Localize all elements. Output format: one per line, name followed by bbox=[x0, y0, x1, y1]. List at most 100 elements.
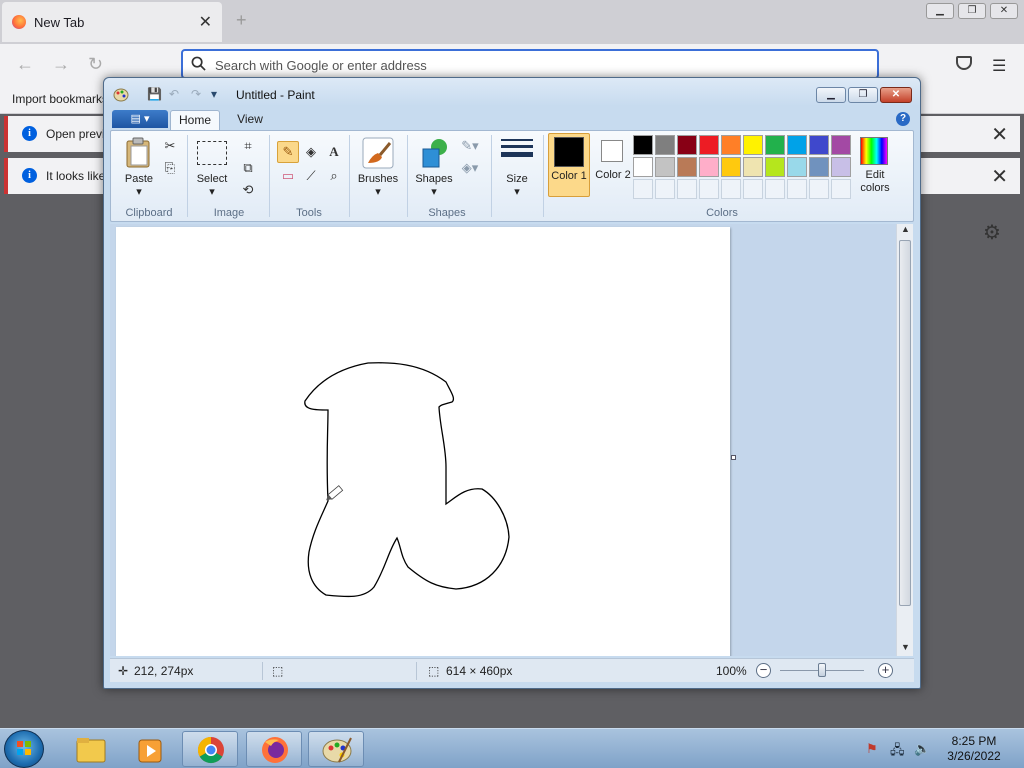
save-icon[interactable]: 💾 bbox=[147, 87, 162, 101]
cut-icon[interactable]: ✂ bbox=[159, 135, 181, 157]
custom-color-slot[interactable] bbox=[633, 179, 653, 199]
palette-swatch[interactable] bbox=[809, 157, 829, 177]
palette-swatch[interactable] bbox=[743, 157, 763, 177]
gear-icon[interactable]: ⚙ bbox=[983, 220, 1001, 245]
file-menu-button[interactable]: ▤ ▾ bbox=[112, 110, 168, 128]
custom-color-slot[interactable] bbox=[699, 179, 719, 199]
outline-icon[interactable]: ✎▾ bbox=[457, 135, 483, 157]
back-button[interactable]: ← bbox=[16, 54, 34, 75]
palette-swatch[interactable] bbox=[831, 157, 851, 177]
paste-button[interactable]: Paste ▾ bbox=[115, 133, 163, 205]
resize-icon[interactable]: ⧉ bbox=[237, 157, 259, 179]
action-center-flag-icon[interactable]: ⚑ bbox=[866, 741, 878, 757]
tab-home[interactable]: Home bbox=[170, 110, 220, 130]
custom-color-slot[interactable] bbox=[743, 179, 763, 199]
color1-button[interactable]: Color 1 bbox=[548, 133, 590, 197]
tab-view[interactable]: View bbox=[228, 110, 272, 130]
pocket-icon[interactable] bbox=[956, 56, 972, 70]
custom-color-slot[interactable] bbox=[809, 179, 829, 199]
firefox-minimize-button[interactable]: ▁ bbox=[926, 3, 954, 19]
paste-label: Paste bbox=[124, 173, 154, 185]
drawing-canvas[interactable] bbox=[116, 227, 730, 656]
brushes-button[interactable]: Brushes ▾ bbox=[353, 133, 403, 205]
palette-swatch[interactable] bbox=[699, 157, 719, 177]
select-button[interactable]: Select ▾ bbox=[191, 133, 233, 205]
pencil-icon[interactable]: ✎ bbox=[277, 141, 299, 163]
redo-icon[interactable]: ↷ bbox=[191, 87, 201, 101]
palette-swatch[interactable] bbox=[677, 157, 697, 177]
new-tab-button[interactable]: + bbox=[236, 10, 247, 31]
size-button[interactable]: Size ▾ bbox=[495, 133, 539, 205]
rotate-icon[interactable]: ⟲ bbox=[237, 179, 259, 201]
customize-qat-icon[interactable]: ▾ bbox=[211, 87, 217, 101]
palette-swatch[interactable] bbox=[721, 135, 741, 155]
taskbar-media-player[interactable] bbox=[122, 731, 178, 767]
palette-swatch[interactable] bbox=[655, 157, 675, 177]
custom-color-slot[interactable] bbox=[721, 179, 741, 199]
crop-icon[interactable]: ⌗ bbox=[237, 135, 259, 157]
minimize-button[interactable]: ▁ bbox=[816, 87, 846, 103]
custom-color-slot[interactable] bbox=[765, 179, 785, 199]
firefox-close-button[interactable]: ✕ bbox=[990, 3, 1018, 19]
tab-close-icon[interactable]: ✕ bbox=[199, 12, 212, 32]
zoom-slider-thumb[interactable] bbox=[818, 663, 826, 677]
color-picker-icon[interactable]: ⟋ bbox=[300, 165, 322, 187]
zoom-in-button[interactable]: + bbox=[878, 663, 893, 678]
firefox-restore-button[interactable]: ❐ bbox=[958, 3, 986, 19]
fill-icon[interactable]: ◈ bbox=[300, 141, 322, 163]
forward-button[interactable]: → bbox=[52, 54, 70, 75]
volume-icon[interactable]: 🔈 bbox=[914, 741, 930, 757]
eraser-icon[interactable]: ▭ bbox=[277, 165, 299, 187]
network-icon[interactable]: 🖧 bbox=[890, 741, 905, 763]
taskbar-paint[interactable] bbox=[308, 731, 364, 767]
custom-color-slot[interactable] bbox=[655, 179, 675, 199]
undo-icon[interactable]: ↶ bbox=[169, 87, 179, 101]
palette-swatch[interactable] bbox=[633, 157, 653, 177]
custom-color-slot[interactable] bbox=[677, 179, 697, 199]
edit-colors-button[interactable]: Edit colors bbox=[855, 133, 895, 205]
palette-swatch[interactable] bbox=[765, 157, 785, 177]
import-bookmarks-link[interactable]: Import bookmarks bbox=[12, 92, 108, 106]
palette-swatch[interactable] bbox=[699, 135, 719, 155]
magnifier-icon[interactable]: ⌕ bbox=[323, 165, 345, 187]
text-icon[interactable]: A bbox=[323, 141, 345, 163]
palette-swatch[interactable] bbox=[721, 157, 741, 177]
taskbar-firefox[interactable] bbox=[246, 731, 302, 767]
palette-swatch[interactable] bbox=[809, 135, 829, 155]
scroll-down-icon[interactable]: ▼ bbox=[901, 642, 910, 652]
url-bar[interactable]: Search with Google or enter address bbox=[181, 49, 879, 79]
taskbar-chrome[interactable] bbox=[182, 731, 238, 767]
zoom-out-button[interactable]: − bbox=[756, 663, 771, 678]
palette-swatch[interactable] bbox=[633, 135, 653, 155]
clock[interactable]: 8:25 PM 3/26/2022 bbox=[934, 734, 1014, 764]
paint-title-bar[interactable]: 💾 ↶ ↷ ▾ Untitled - Paint ▁ ❐ ✕ bbox=[104, 78, 920, 106]
paint-app-icon[interactable] bbox=[113, 87, 129, 103]
notification-close-icon[interactable]: ✕ bbox=[991, 164, 1008, 189]
start-button[interactable] bbox=[4, 730, 44, 768]
notification-close-icon[interactable]: ✕ bbox=[991, 122, 1008, 147]
taskbar-explorer[interactable] bbox=[62, 731, 118, 767]
hamburger-menu-icon[interactable]: ☰ bbox=[992, 56, 1006, 76]
palette-swatch[interactable] bbox=[787, 157, 807, 177]
help-icon[interactable]: ? bbox=[896, 112, 910, 126]
color2-button[interactable]: Color 2 bbox=[592, 133, 634, 197]
palette-swatch[interactable] bbox=[787, 135, 807, 155]
palette-swatch[interactable] bbox=[655, 135, 675, 155]
vertical-scrollbar[interactable]: ▲ ▼ bbox=[896, 224, 913, 656]
close-button[interactable]: ✕ bbox=[880, 87, 912, 103]
custom-color-slot[interactable] bbox=[787, 179, 807, 199]
custom-color-slot[interactable] bbox=[831, 179, 851, 199]
reload-button[interactable]: ↻ bbox=[88, 54, 103, 75]
palette-swatch[interactable] bbox=[677, 135, 697, 155]
canvas-resize-handle[interactable] bbox=[731, 455, 736, 460]
shapes-button[interactable]: Shapes ▾ bbox=[411, 133, 457, 205]
copy-icon[interactable]: ⎘ bbox=[159, 157, 181, 179]
scrollbar-thumb[interactable] bbox=[899, 240, 911, 606]
palette-swatch[interactable] bbox=[831, 135, 851, 155]
firefox-tab-new-tab[interactable]: New Tab ✕ bbox=[2, 2, 222, 42]
palette-swatch[interactable] bbox=[765, 135, 785, 155]
shape-fill-icon[interactable]: ◈▾ bbox=[457, 157, 483, 179]
palette-swatch[interactable] bbox=[743, 135, 763, 155]
scroll-up-icon[interactable]: ▲ bbox=[901, 224, 910, 234]
restore-button[interactable]: ❐ bbox=[848, 87, 878, 103]
